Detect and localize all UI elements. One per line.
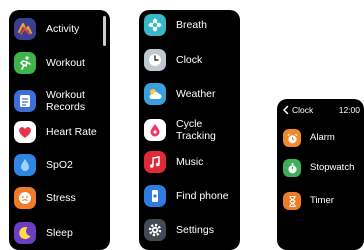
app-list-screen-1: Activity Workout Workout Records Heart R…	[9, 10, 110, 250]
menu-item-stress[interactable]: Stress	[9, 186, 110, 210]
menu-item-label: Weather	[176, 88, 216, 100]
menu-item-label: Workout	[46, 57, 85, 69]
app-list-screen-2: Breath Clock Weather Cycle Tracking Musi…	[139, 10, 240, 250]
menu-item-label: Cycle Tracking	[176, 118, 216, 142]
activity-icon	[14, 18, 36, 40]
stopwatch-icon	[283, 159, 301, 177]
clock-screen: Clock 12:00 Alarm Stopwatch Timer	[277, 99, 364, 250]
hourglass-icon	[283, 192, 301, 210]
menu-item-workout-records[interactable]: Workout Records	[9, 84, 110, 118]
gear-icon	[144, 219, 166, 241]
header: Clock 12:00	[277, 99, 364, 121]
menu-item-alarm[interactable]: Alarm	[277, 127, 364, 149]
menu-item-label: Settings	[176, 224, 214, 236]
menu-item-clock[interactable]: Clock	[139, 48, 240, 72]
menu-item-activity[interactable]: Activity	[9, 17, 110, 41]
music-icon	[144, 151, 166, 173]
menu-item-label: Clock	[176, 54, 203, 66]
menu-item-find-phone[interactable]: Find phone	[139, 184, 240, 208]
back-arrow-icon[interactable]	[281, 105, 291, 115]
drop-icon	[14, 154, 36, 176]
heart-icon	[14, 121, 36, 143]
moon-icon	[14, 222, 36, 244]
alarm-icon	[283, 129, 301, 147]
records-icon	[14, 90, 36, 112]
menu-item-label: Stress	[46, 192, 76, 204]
menu-item-spo2[interactable]: SpO2	[9, 153, 110, 177]
menu-item-label: SpO2	[46, 159, 73, 171]
menu-item-breath[interactable]: Breath	[139, 13, 240, 37]
weather-icon	[144, 83, 166, 105]
menu-item-cycle-tracking[interactable]: Cycle Tracking	[139, 113, 240, 147]
menu-item-stopwatch[interactable]: Stopwatch	[277, 157, 364, 179]
menu-item-workout[interactable]: Workout	[9, 51, 110, 75]
menu-item-label: Timer	[310, 195, 334, 206]
clock-icon	[144, 49, 166, 71]
menu-item-label: Sleep	[46, 227, 73, 239]
menu-item-label: Alarm	[310, 132, 335, 143]
status-time: 12:00	[338, 105, 360, 115]
menu-item-weather[interactable]: Weather	[139, 82, 240, 106]
find-phone-icon	[144, 185, 166, 207]
page-title: Clock	[292, 105, 314, 115]
menu-item-label: Heart Rate	[46, 126, 97, 138]
flower-icon	[144, 14, 166, 36]
menu-item-timer[interactable]: Timer	[277, 190, 364, 212]
running-icon	[14, 52, 36, 74]
menu-item-label: Music	[176, 156, 204, 168]
menu-item-music[interactable]: Music	[139, 150, 240, 174]
cycle-icon	[144, 119, 166, 141]
menu-item-label: Find phone	[176, 190, 229, 202]
menu-item-label: Activity	[46, 23, 80, 35]
menu-item-sleep[interactable]: Sleep	[9, 221, 110, 245]
menu-item-heart-rate[interactable]: Heart Rate	[9, 120, 110, 144]
menu-item-label: Stopwatch	[310, 162, 355, 173]
menu-item-label: Workout Records	[46, 89, 86, 113]
menu-item-settings[interactable]: Settings	[139, 218, 240, 242]
menu-item-label: Breath	[176, 19, 207, 31]
stress-icon	[14, 187, 36, 209]
